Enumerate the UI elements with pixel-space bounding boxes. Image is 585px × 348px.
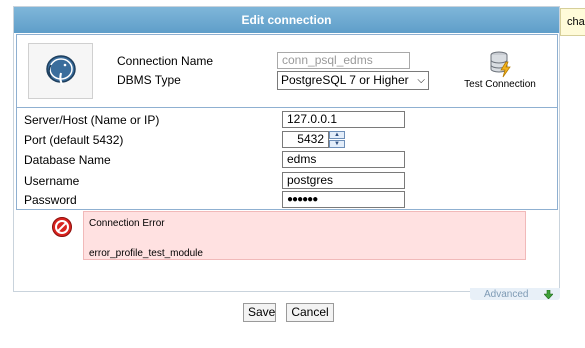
server-field[interactable]: 127.0.0.1 xyxy=(282,111,405,128)
database-lightning-icon xyxy=(490,51,511,78)
advanced-label: Advanced xyxy=(484,289,529,300)
advanced-toggle[interactable]: Advanced xyxy=(470,288,560,302)
green-arrow-down-icon xyxy=(544,290,553,299)
dbms-type-select[interactable]: PostgreSQL 7 or Higher ⌵ xyxy=(277,71,429,90)
username-label: Username xyxy=(24,174,80,188)
chevron-down-icon: ⌵ xyxy=(417,75,425,86)
connection-name-label: Connection Name xyxy=(117,54,214,68)
dbms-type-value: PostgreSQL 7 or Higher xyxy=(281,73,409,87)
port-field[interactable]: 5432 xyxy=(282,131,329,148)
form-divider xyxy=(17,107,557,108)
elephant-icon xyxy=(45,55,76,86)
port-stepper[interactable]: ▲ ▼ xyxy=(329,131,345,149)
port-label: Port (default 5432) xyxy=(24,133,124,147)
postgresql-logo xyxy=(28,43,93,99)
error-icon xyxy=(52,217,72,237)
database-label: Database Name xyxy=(24,153,111,167)
error-message: error_profile_test_module xyxy=(89,248,203,259)
test-connection-label: Test Connection xyxy=(464,79,536,90)
test-connection-button[interactable]: Test Connection xyxy=(455,48,545,94)
error-title: Connection Error xyxy=(89,218,165,229)
username-field[interactable]: postgres xyxy=(282,172,405,189)
dbms-type-label: DBMS Type xyxy=(117,73,181,87)
password-label: Password xyxy=(24,193,77,207)
server-label: Server/Host (Name or IP) xyxy=(24,113,160,127)
side-tab[interactable]: cha xyxy=(560,8,585,36)
connection-name-field[interactable]: conn_psql_edms xyxy=(277,52,410,69)
stepper-up-icon[interactable]: ▲ xyxy=(329,131,345,139)
password-field[interactable]: ●●●●●● xyxy=(282,191,405,208)
error-message-box: Connection Error error_profile_test_modu… xyxy=(83,211,526,260)
database-field[interactable]: edms xyxy=(282,151,405,168)
stepper-down-icon[interactable]: ▼ xyxy=(329,140,345,148)
save-button[interactable]: Save xyxy=(243,303,276,322)
dialog-title: Edit connection xyxy=(14,7,559,33)
cancel-button[interactable]: Cancel xyxy=(286,303,334,322)
